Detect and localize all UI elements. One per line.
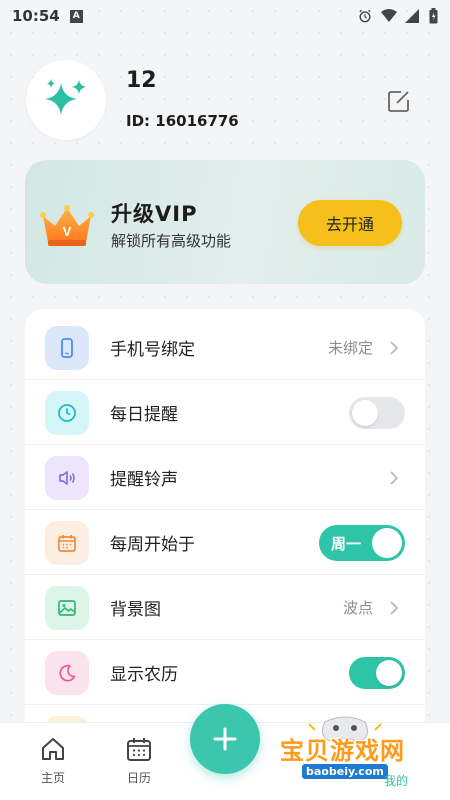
nav-home[interactable]: 主页 [23, 735, 83, 786]
plus-icon [213, 727, 237, 751]
vip-subtitle: 解锁所有高级功能 [111, 232, 232, 250]
notification-icon: A [69, 9, 83, 23]
vip-title: 升级VIP [111, 202, 198, 226]
vip-banner[interactable]: V 升级VIP 解锁所有高级功能 去开通 [25, 160, 425, 284]
edit-profile-button[interactable] [386, 88, 412, 114]
watermark-url: baobeiy.com [302, 764, 388, 779]
chevron-right-icon [390, 340, 399, 355]
week-start-value: 周一 [331, 534, 362, 553]
status-time: 10:54 [12, 7, 60, 25]
moon-icon [45, 650, 89, 695]
setting-week-start[interactable]: 每周开始于 周一 [25, 510, 425, 575]
nav-mine-label[interactable]: 我的 [384, 772, 408, 789]
avatar[interactable] [26, 60, 106, 140]
speaker-icon [45, 455, 89, 500]
clock-icon [45, 390, 89, 435]
nav-calendar-label: 日历 [126, 771, 151, 785]
status-bar: 10:54 A [0, 0, 450, 32]
setting-label: 每日提醒 [110, 405, 178, 425]
battery-icon [429, 8, 438, 24]
crown-icon: V [40, 205, 94, 246]
username: 12 [126, 68, 157, 93]
alarm-icon [359, 9, 371, 23]
setting-label: 每周开始于 [110, 535, 195, 555]
calendar-nav-icon [127, 738, 151, 761]
setting-daily-reminder[interactable]: 每日提醒 [25, 380, 425, 445]
edit-icon [388, 91, 409, 112]
setting-label: 显示农历 [110, 665, 178, 685]
image-icon [45, 585, 89, 630]
activate-vip-button[interactable]: 去开通 [298, 200, 402, 246]
setting-reminder-ringtone[interactable]: 提醒铃声 [25, 445, 425, 510]
crown-letter: V [63, 224, 72, 239]
setting-label: 手机号绑定 [110, 340, 195, 360]
setting-label: 提醒铃声 [110, 470, 178, 490]
phone-icon [45, 325, 89, 370]
setting-lunar-calendar[interactable]: 显示农历 [25, 640, 425, 705]
signal-icon [405, 9, 419, 23]
nav-calendar[interactable]: 日历 [109, 735, 169, 786]
setting-label: 背景图 [110, 600, 161, 620]
add-button[interactable] [190, 704, 260, 774]
sparkle-icon [45, 79, 86, 115]
home-icon [42, 738, 64, 760]
chevron-right-icon [390, 470, 399, 485]
setting-background[interactable]: 背景图 波点 [25, 575, 425, 640]
setting-value: 波点 [342, 599, 373, 617]
calendar-icon [45, 520, 89, 565]
nav-home-label: 主页 [40, 771, 65, 785]
week-start-toggle[interactable]: 周一 [319, 524, 405, 561]
chevron-right-icon [390, 600, 399, 615]
daily-reminder-toggle[interactable] [349, 396, 405, 429]
user-id: ID: 16016776 [126, 112, 239, 130]
setting-phone-binding[interactable]: 手机号绑定 未绑定 [25, 315, 425, 380]
setting-value: 未绑定 [327, 339, 373, 357]
settings-list: 手机号绑定 未绑定 每日提醒 提醒铃声 每周开始于 周一 背景图 波点 显示农历 [25, 309, 425, 739]
watermark-text: 宝贝游戏网 [280, 737, 405, 765]
wifi-icon [381, 9, 397, 22]
lunar-calendar-toggle[interactable] [349, 656, 405, 689]
